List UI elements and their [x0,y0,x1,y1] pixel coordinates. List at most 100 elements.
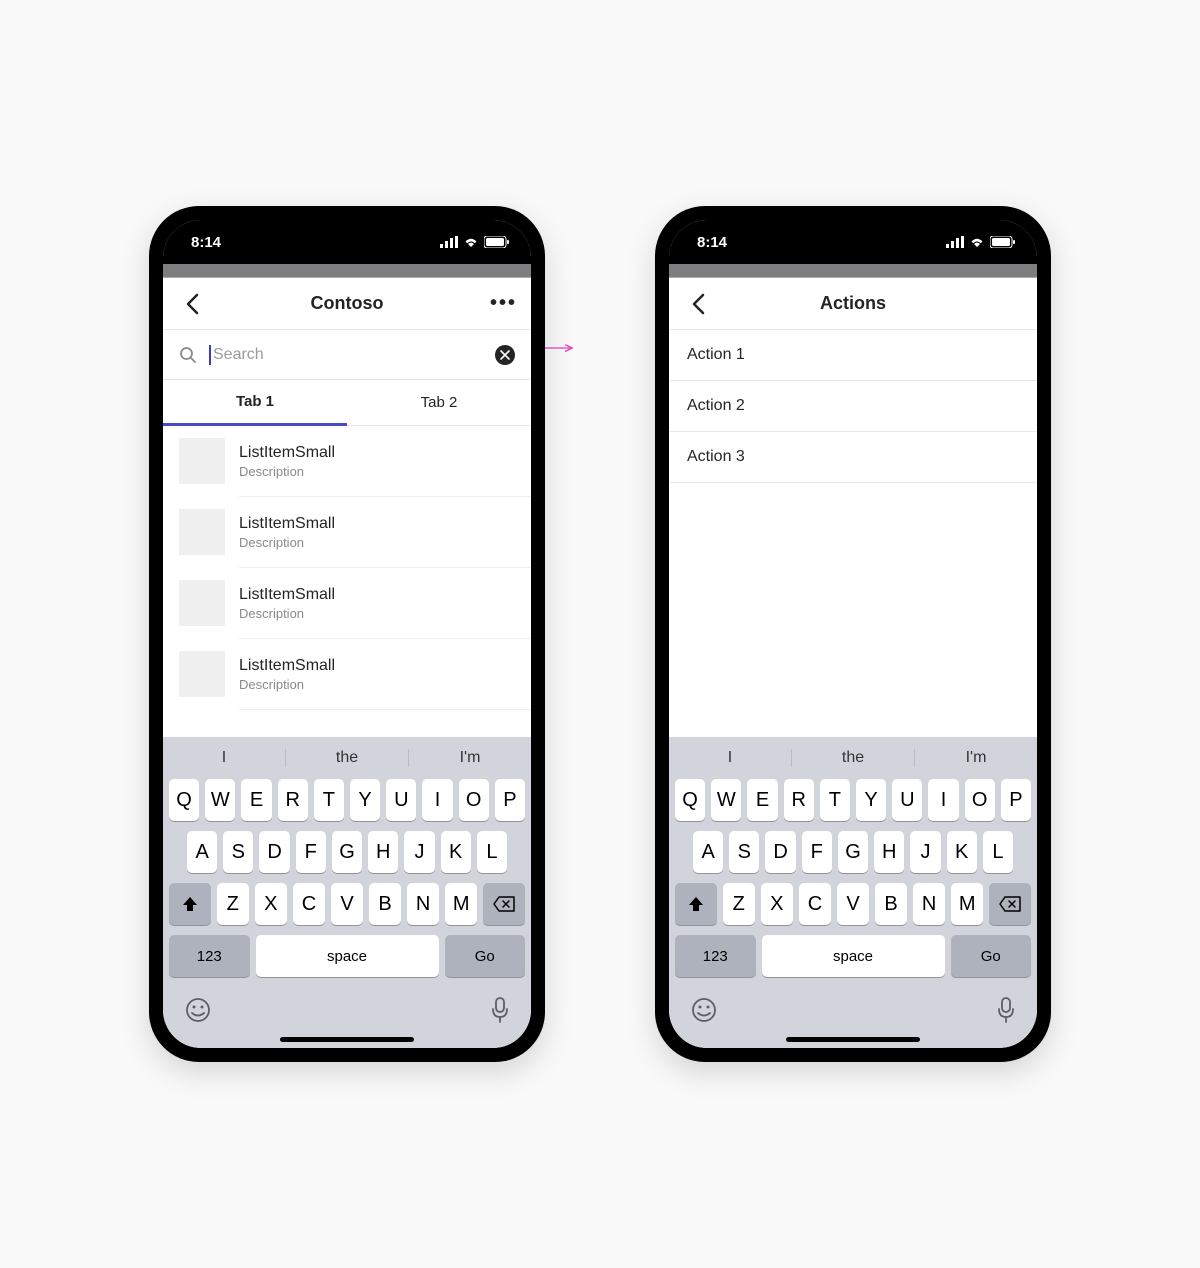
key-g[interactable]: G [838,831,868,873]
suggestion[interactable]: I'm [914,749,1037,767]
key-r[interactable]: R [784,779,814,821]
more-icon: ••• [490,292,517,315]
key-a[interactable]: A [187,831,217,873]
key-j[interactable]: J [404,831,434,873]
key-c[interactable]: C [293,883,325,925]
key-l[interactable]: L [477,831,507,873]
key-d[interactable]: D [765,831,795,873]
key-i[interactable]: I [422,779,452,821]
home-indicator[interactable] [280,1037,414,1042]
suggestion[interactable]: the [791,749,914,767]
key-n[interactable]: N [913,883,945,925]
key-x[interactable]: X [255,883,287,925]
status-icons [946,236,1015,248]
key-l[interactable]: L [983,831,1013,873]
key-v[interactable]: V [331,883,363,925]
action-item[interactable]: Action 1 [669,330,1037,381]
key-t[interactable]: T [820,779,850,821]
key-backspace[interactable] [483,883,525,925]
key-f[interactable]: F [296,831,326,873]
action-item[interactable]: Action 2 [669,381,1037,432]
key-o[interactable]: O [965,779,995,821]
key-p[interactable]: P [495,779,525,821]
list-item[interactable]: ListItemSmall Description [163,639,531,709]
emoji-icon[interactable] [185,997,211,1023]
status-time: 8:14 [697,234,727,251]
key-b[interactable]: B [875,883,907,925]
key-t[interactable]: T [314,779,344,821]
tab-2[interactable]: Tab 2 [347,380,531,425]
action-item[interactable]: Action 3 [669,432,1037,483]
key-m[interactable]: M [445,883,477,925]
home-indicator[interactable] [786,1037,920,1042]
key-e[interactable]: E [241,779,271,821]
key-numeric[interactable]: 123 [675,935,756,977]
key-u[interactable]: U [892,779,922,821]
key-z[interactable]: Z [217,883,249,925]
suggestion[interactable]: I [163,749,285,767]
key-y[interactable]: Y [350,779,380,821]
chevron-left-icon [691,293,705,315]
key-h[interactable]: H [368,831,398,873]
key-space[interactable]: space [762,935,945,977]
list-item-desc: Description [239,464,335,479]
key-y[interactable]: Y [856,779,886,821]
key-m[interactable]: M [951,883,983,925]
mic-icon[interactable] [997,997,1015,1023]
key-h[interactable]: H [874,831,904,873]
search-bar[interactable] [163,330,531,380]
list-item[interactable]: ListItemSmall Description [163,497,531,567]
key-g[interactable]: G [332,831,362,873]
key-v[interactable]: V [837,883,869,925]
tab-1[interactable]: Tab 1 [163,380,347,426]
back-button[interactable] [177,289,207,319]
key-k[interactable]: K [947,831,977,873]
key-a[interactable]: A [693,831,723,873]
key-u[interactable]: U [386,779,416,821]
suggestion[interactable]: the [285,749,408,767]
mic-icon[interactable] [491,997,509,1023]
key-n[interactable]: N [407,883,439,925]
key-j[interactable]: J [910,831,940,873]
key-w[interactable]: W [205,779,235,821]
key-w[interactable]: W [711,779,741,821]
search-input[interactable] [213,346,483,364]
key-c[interactable]: C [799,883,831,925]
suggestion[interactable]: I'm [408,749,531,767]
back-button[interactable] [683,289,713,319]
key-p[interactable]: P [1001,779,1031,821]
thumbnail-placeholder [179,509,225,555]
cellular-icon [440,236,458,248]
key-backspace[interactable] [989,883,1031,925]
key-i[interactable]: I [928,779,958,821]
key-numeric[interactable]: 123 [169,935,250,977]
key-go[interactable]: Go [445,935,526,977]
key-q[interactable]: Q [675,779,705,821]
key-f[interactable]: F [802,831,832,873]
emoji-icon[interactable] [691,997,717,1023]
keyboard: I the I'm Q W E R T Y U I O P A S D F [163,737,531,1048]
key-q[interactable]: Q [169,779,199,821]
key-s[interactable]: S [223,831,253,873]
suggestion[interactable]: I [669,749,791,767]
more-button[interactable]: ••• [487,292,517,315]
key-b[interactable]: B [369,883,401,925]
list[interactable]: ListItemSmall Description ListItemSmall … [163,426,531,737]
key-shift[interactable] [169,883,211,925]
key-x[interactable]: X [761,883,793,925]
key-go[interactable]: Go [951,935,1032,977]
key-d[interactable]: D [259,831,289,873]
key-o[interactable]: O [459,779,489,821]
clear-search-button[interactable] [495,345,515,365]
list-item[interactable]: ListItemSmall Description [163,426,531,496]
key-shift[interactable] [675,883,717,925]
search-icon [179,346,197,364]
key-space[interactable]: space [256,935,439,977]
key-s[interactable]: S [729,831,759,873]
key-k[interactable]: K [441,831,471,873]
key-z[interactable]: Z [723,883,755,925]
close-icon [500,350,510,360]
key-e[interactable]: E [747,779,777,821]
list-item[interactable]: ListItemSmall Description [163,568,531,638]
key-r[interactable]: R [278,779,308,821]
